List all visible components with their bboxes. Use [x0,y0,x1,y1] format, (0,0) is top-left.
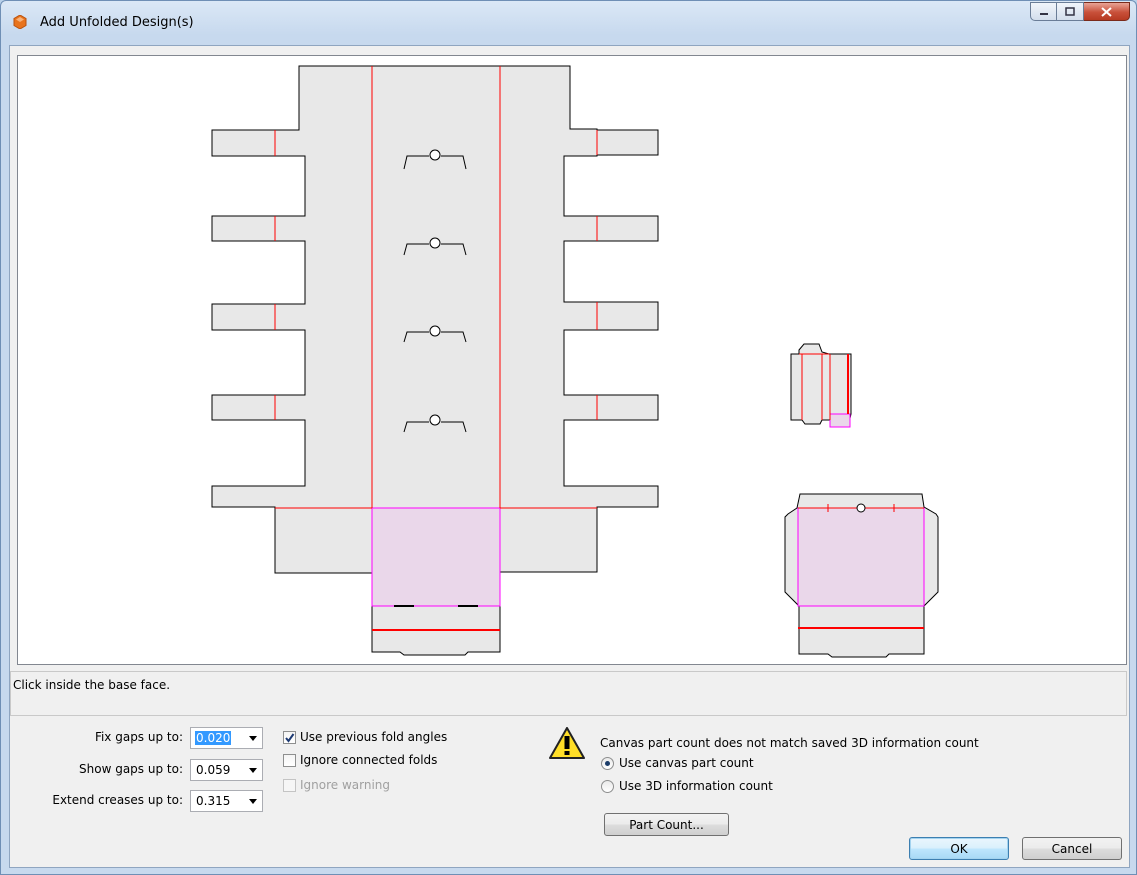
window-controls [1030,2,1130,22]
part-count-button[interactable]: Part Count... [604,813,729,836]
design-canvas[interactable] [17,55,1127,665]
unfolded-designs-svg [211,65,939,658]
ok-button[interactable]: OK [909,837,1009,860]
status-panel: Click inside the base face. [10,671,1127,716]
extend-creases-value: 0.315 [196,794,231,808]
chevron-down-icon [249,736,257,741]
warning-icon [549,727,585,759]
use-canvas-count-label[interactable]: Use canvas part count [619,756,754,770]
show-gaps-combo[interactable]: 0.059 [190,759,263,781]
small-base-face [829,413,851,428]
chevron-down-icon [249,768,257,773]
warning-message: Canvas part count does not match saved 3… [600,736,979,750]
app-icon [13,15,27,29]
medium-base-face [797,507,925,607]
checkmark-icon [285,733,295,743]
ignore-warning-checkbox[interactable] [283,779,296,792]
show-gaps-value: 0.059 [196,763,231,777]
close-button[interactable] [1084,2,1130,21]
extend-creases-combo[interactable]: 0.315 [190,790,263,812]
use-3d-count-label[interactable]: Use 3D information count [619,779,773,793]
chevron-down-icon [249,799,257,804]
fix-gaps-value: 0.020 [195,731,232,745]
cancel-button[interactable]: Cancel [1022,837,1122,860]
fix-gaps-combo[interactable]: 0.020 [190,727,263,749]
minimize-button[interactable] [1030,2,1057,21]
show-gaps-label: Show gaps up to: [79,762,183,776]
use-3d-count-radio[interactable] [601,780,614,793]
window-title: Add Unfolded Design(s) [40,15,194,30]
maximize-icon [1065,7,1075,16]
dialog-window: Add Unfolded Design(s) Click inside the … [0,0,1137,875]
ignore-connected-folds-checkbox[interactable] [283,754,296,767]
ignore-connected-folds-label[interactable]: Ignore connected folds [300,753,437,767]
close-icon [1101,6,1112,17]
large-base-face [371,507,501,607]
extend-creases-label: Extend creases up to: [52,793,183,807]
small-design[interactable] [790,343,852,428]
use-prev-fold-angles-checkbox[interactable] [283,731,296,744]
ignore-warning-label[interactable]: Ignore warning [300,778,390,792]
maximize-button[interactable] [1057,2,1084,21]
use-prev-fold-angles-label[interactable]: Use previous fold angles [300,730,447,744]
use-canvas-count-radio[interactable] [601,757,614,770]
status-message: Click inside the base face. [13,678,171,692]
fix-gaps-label: Fix gaps up to: [94,730,183,744]
medium-hang-hole [856,503,866,513]
medium-design[interactable] [784,493,939,658]
large-design[interactable] [211,65,659,656]
minimize-icon [1039,12,1048,15]
title-bar[interactable]: Add Unfolded Design(s) [1,1,1136,45]
